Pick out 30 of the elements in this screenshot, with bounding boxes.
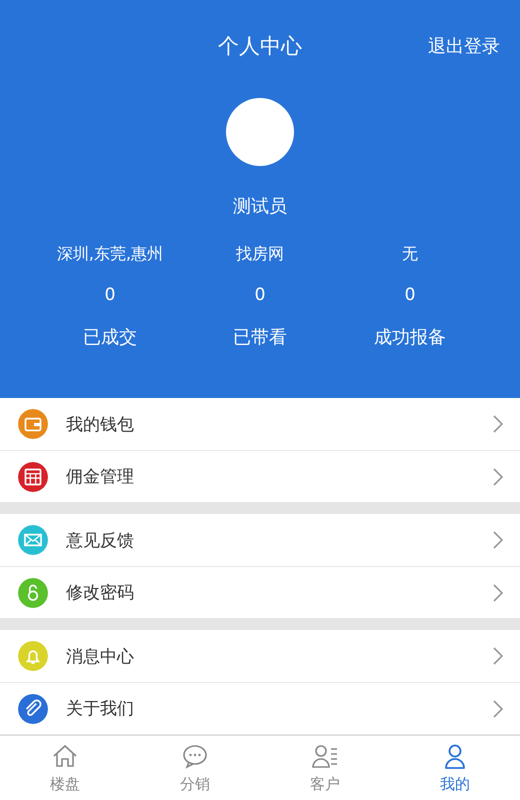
menu-item[interactable]: 佣金管理 (0, 450, 520, 502)
stat-caption: 成功报备 (374, 326, 446, 349)
chevron-icon (492, 414, 504, 434)
chevron-icon (492, 582, 504, 602)
stat-caption: 已成交 (83, 326, 137, 349)
chevron-icon (492, 698, 504, 718)
stat-label: 找房网 (236, 244, 284, 265)
tab[interactable]: 我的 (390, 736, 520, 800)
user-name: 测试员 (233, 195, 287, 218)
menu-item[interactable]: 消息中心 (0, 630, 520, 682)
logout-link[interactable]: 退出登录 (428, 34, 500, 58)
menu-item[interactable]: 修改密码 (0, 566, 520, 618)
chevron-icon (492, 466, 504, 486)
stat-value: 0 (104, 285, 116, 305)
menu-item[interactable]: 意见反馈 (0, 514, 520, 566)
tab[interactable]: 楼盘 (0, 736, 130, 800)
tab[interactable]: 分销 (130, 736, 260, 800)
menu-item[interactable]: 我的钱包 (0, 398, 520, 450)
tab[interactable]: 客户 (260, 736, 390, 800)
menu-item[interactable]: 关于我们 (0, 682, 520, 734)
contacts-icon (311, 742, 339, 770)
stat-caption: 已带看 (233, 326, 287, 349)
stat-value: 0 (404, 285, 416, 305)
chevron-icon (492, 530, 504, 550)
stat-label: 深圳,东莞,惠州 (56, 244, 164, 265)
stat-label: 无 (402, 244, 418, 265)
chevron-icon (492, 646, 504, 666)
page-title: 个人中心 (218, 33, 302, 60)
chat-icon (181, 742, 209, 770)
stat-value: 0 (254, 285, 266, 305)
